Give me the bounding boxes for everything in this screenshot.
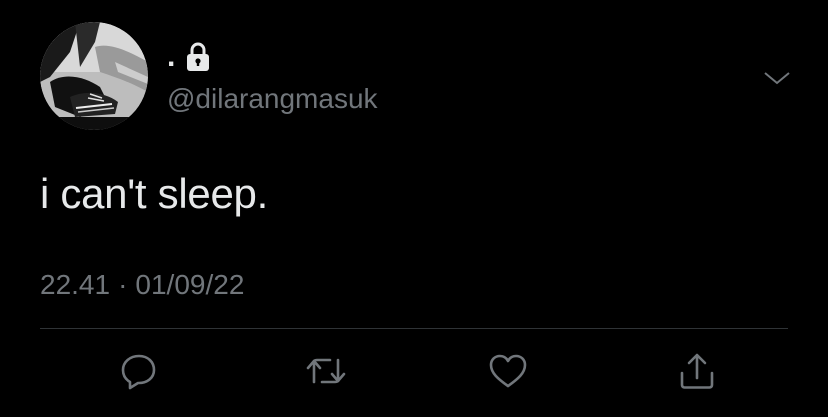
tweet-time[interactable]: 22.41 [40,268,110,302]
display-name-row: . [167,40,211,74]
tweet-metadata: 22.41 · 01/09/22 [40,268,244,302]
handle[interactable]: @dilarangmasuk [167,82,378,116]
retweet-icon [305,352,347,390]
lock-icon [185,42,211,72]
avatar[interactable] [40,22,148,130]
tweet: . @dilarangmasuk i can't sleep. 22.41 · … [0,0,828,417]
heart-icon [488,352,528,390]
tweet-date[interactable]: 01/09/22 [135,268,244,302]
reply-icon [120,352,158,390]
share-button[interactable] [676,350,718,392]
display-name[interactable]: . [167,42,175,72]
retweet-button[interactable] [305,350,347,392]
reply-button[interactable] [118,350,160,392]
like-button[interactable] [487,350,529,392]
divider [40,328,788,329]
chevron-down-icon[interactable] [762,66,792,90]
meta-separator: · [118,269,128,300]
share-icon [678,351,716,391]
tweet-text: i can't sleep. [40,170,268,217]
